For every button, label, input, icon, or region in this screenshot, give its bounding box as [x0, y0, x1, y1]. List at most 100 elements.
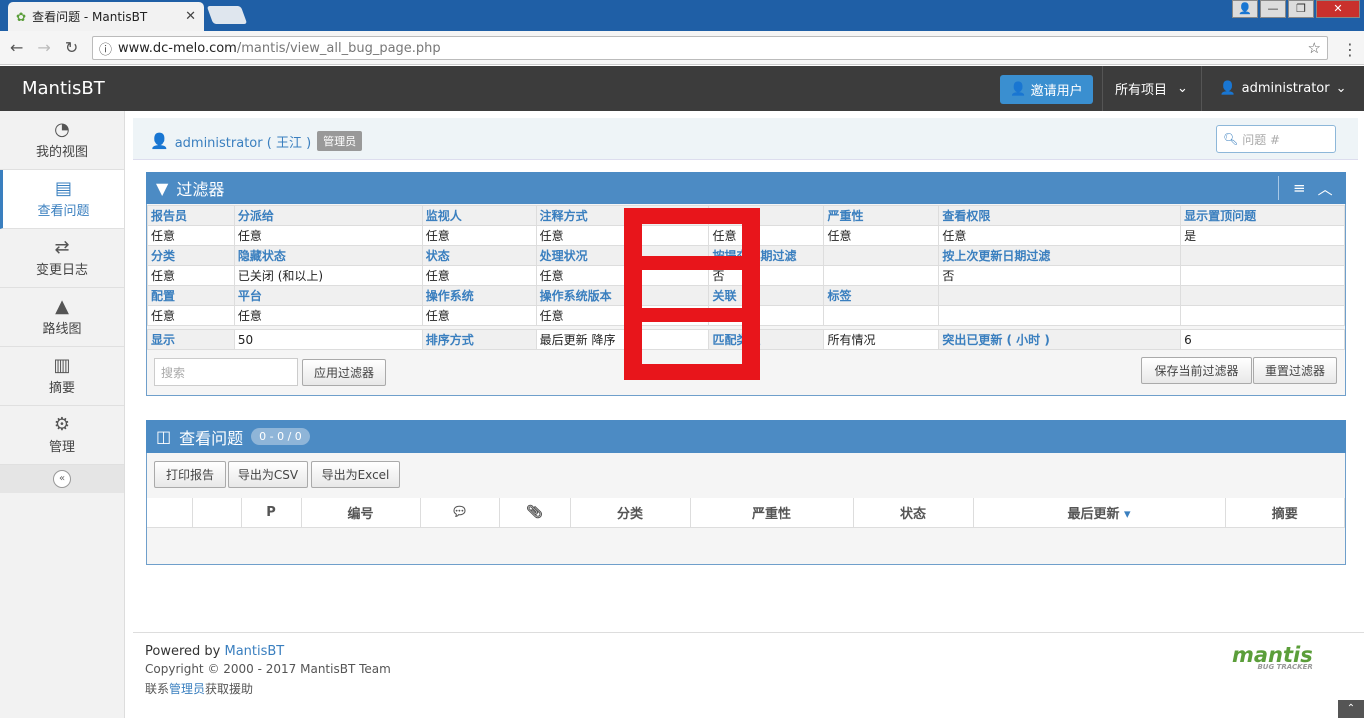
print-report-button[interactable]: 打印报告: [154, 461, 226, 488]
tab-title: 查看问题 - MantisBT: [32, 10, 148, 24]
issue-list-title: 查看问题: [179, 428, 244, 448]
contact-prefix: 联系: [145, 682, 170, 696]
brand-title[interactable]: MantisBT: [22, 78, 105, 99]
col-status[interactable]: 状态: [853, 498, 974, 528]
minimize-icon[interactable]: —: [1260, 0, 1286, 18]
sidebar-item-label: 摘要: [48, 381, 75, 396]
sidebar-item-roadmap[interactable]: ▲ 路线图: [0, 288, 124, 347]
sidebar-item-my-view[interactable]: ◔ 我的视图: [0, 111, 124, 170]
filter-value-cell: 是: [1180, 225, 1345, 246]
user-icon: 👤: [150, 132, 169, 150]
retweet-icon: ⇄: [54, 237, 70, 258]
comment-icon: 💬︎: [451, 504, 468, 520]
col-priority[interactable]: P: [241, 498, 302, 528]
issue-count-badge: 0 - 0 / 0: [251, 428, 310, 445]
reload-icon[interactable]: ↻: [65, 38, 78, 57]
browser-tab[interactable]: ✿ 查看问题 - MantisBT ✕: [8, 2, 204, 31]
filter-display-label[interactable]: 显示: [147, 329, 235, 350]
copyright: Copyright © 2000 - 2017 MantisBT Team: [145, 662, 391, 676]
filter-controls: ≡ ︿: [1278, 176, 1333, 200]
filter-value-cell: [823, 265, 940, 286]
project-selector[interactable]: 所有项目 ⌄: [1102, 66, 1200, 111]
filter-header-cell[interactable]: 报告员: [147, 205, 235, 226]
road-icon: ▲: [55, 296, 69, 317]
url-input[interactable]: ⓘ www.dc-melo.com/mantis/view_all_bug_pa…: [92, 36, 1328, 60]
apply-filter-button[interactable]: 应用过滤器: [302, 359, 386, 386]
filter-value-cell: 任意: [233, 225, 423, 246]
filter-display-value: 所有情况: [823, 329, 940, 350]
scroll-top-button[interactable]: ⌃: [1338, 700, 1364, 718]
col-severity[interactable]: 严重性: [690, 498, 854, 528]
filter-search-placeholder: 搜索: [161, 365, 186, 380]
chevron-down-icon: ⌄: [1335, 81, 1347, 96]
user-menu[interactable]: 👤 administrator ⌄: [1201, 66, 1364, 111]
filter-header: ▼ 过滤器: [146, 172, 1346, 204]
filter-display-label[interactable]: 排序方式: [421, 329, 537, 350]
sidebar-item-changelog[interactable]: ⇄ 变更日志: [0, 229, 124, 288]
admin-link[interactable]: 管理员: [169, 682, 205, 696]
sidebar-item-summary[interactable]: ▥ 摘要: [0, 347, 124, 406]
filter-header-cell[interactable]: 分类: [147, 245, 235, 266]
filter-header-cell[interactable]: [938, 285, 1182, 306]
reset-filter-button[interactable]: 重置过滤器: [1253, 357, 1337, 384]
sidebar-item-manage[interactable]: ⚙ 管理: [0, 406, 124, 465]
user-link[interactable]: administrator ( 王江 ): [175, 132, 311, 151]
issue-table-header: P 编号 💬︎ 📎︎ 分类 严重性 状态 最后更新 ▾ 摘要: [147, 498, 1345, 528]
filter-header-cell[interactable]: 操作系统: [421, 285, 537, 306]
col-last-updated[interactable]: 最后更新 ▾: [973, 498, 1226, 528]
col-notes[interactable]: 💬︎: [420, 498, 500, 528]
filter-header-cell[interactable]: 平台: [233, 285, 423, 306]
filter-value-cell: [1180, 265, 1345, 286]
filter-header-cell[interactable]: 状态: [421, 245, 537, 266]
sidebar-item-label: 管理: [48, 440, 75, 455]
export-excel-button[interactable]: 导出为Excel: [311, 461, 400, 488]
filter-header-cell[interactable]: 显示置顶问题: [1180, 205, 1345, 226]
issue-number-placeholder: 问题 #: [1242, 132, 1281, 147]
new-tab-button[interactable]: [206, 6, 248, 24]
filter-display-label[interactable]: 突出已更新 ( 小时 ): [938, 329, 1182, 350]
breadcrumb-user: 👤 administrator ( 王江 ) 管理员: [150, 131, 363, 151]
filter-header-cell[interactable]: 监视人: [421, 205, 537, 226]
tab-close-icon[interactable]: ✕: [185, 9, 196, 24]
filter-search-input[interactable]: 搜索: [154, 358, 298, 386]
filter-header-cell[interactable]: 按上次更新日期过滤: [938, 245, 1182, 266]
profile-icon[interactable]: 👤: [1232, 0, 1258, 18]
mantisbt-link[interactable]: MantisBT: [224, 644, 284, 659]
contact-admin: 联系管理员获取援助: [145, 680, 253, 697]
col-id[interactable]: 编号: [301, 498, 421, 528]
filter-header-cell[interactable]: [1180, 245, 1345, 266]
invite-user-button[interactable]: 👤 邀请用户: [1000, 75, 1093, 104]
col-category[interactable]: 分类: [570, 498, 691, 528]
filter-header-cell[interactable]: 标签: [823, 285, 940, 306]
sidebar-item-label: 我的视图: [35, 145, 88, 160]
search-icon: 🔍︎: [1223, 132, 1239, 146]
save-filter-button[interactable]: 保存当前过滤器: [1141, 357, 1252, 384]
menu-icon[interactable]: ≡: [1293, 179, 1306, 197]
mantis-logo[interactable]: mantis BUG TRACKER: [1232, 643, 1313, 671]
issue-number-input[interactable]: 🔍︎ 问题 #: [1216, 125, 1336, 153]
col-summary[interactable]: 摘要: [1225, 498, 1345, 528]
filter-header-cell[interactable]: 分派给: [233, 205, 423, 226]
bookmark-star-icon[interactable]: ☆: [1308, 39, 1321, 57]
filter-header-cell[interactable]: 隐藏状态: [233, 245, 423, 266]
sidebar-collapse[interactable]: «: [0, 465, 124, 493]
filter-header-cell[interactable]: 严重性: [823, 205, 940, 226]
filter-header-cell[interactable]: 配置: [147, 285, 235, 306]
back-icon[interactable]: ←: [10, 38, 23, 57]
chevron-up-icon[interactable]: ︿: [1318, 178, 1333, 199]
double-chevron-left-icon: «: [53, 470, 71, 488]
forward-icon[interactable]: →: [37, 38, 50, 57]
export-csv-button[interactable]: 导出为CSV: [228, 461, 308, 488]
sidebar-item-view-issues[interactable]: ▤ 查看问题: [0, 170, 124, 229]
maximize-icon[interactable]: ❐: [1288, 0, 1314, 18]
browser-tabbar: [0, 0, 1364, 31]
filter-value-cell: 任意: [147, 305, 235, 326]
filter-header-cell[interactable]: [823, 245, 940, 266]
filter-header-cell[interactable]: 查看权限: [938, 205, 1182, 226]
col-checkbox: [147, 498, 193, 528]
filter-header-cell[interactable]: [1180, 285, 1345, 306]
col-attachments[interactable]: 📎︎: [499, 498, 571, 528]
window-close-icon[interactable]: ✕: [1316, 0, 1360, 18]
filter-value-cell: 否: [938, 265, 1182, 286]
browser-menu-icon[interactable]: ⋮: [1342, 40, 1358, 59]
